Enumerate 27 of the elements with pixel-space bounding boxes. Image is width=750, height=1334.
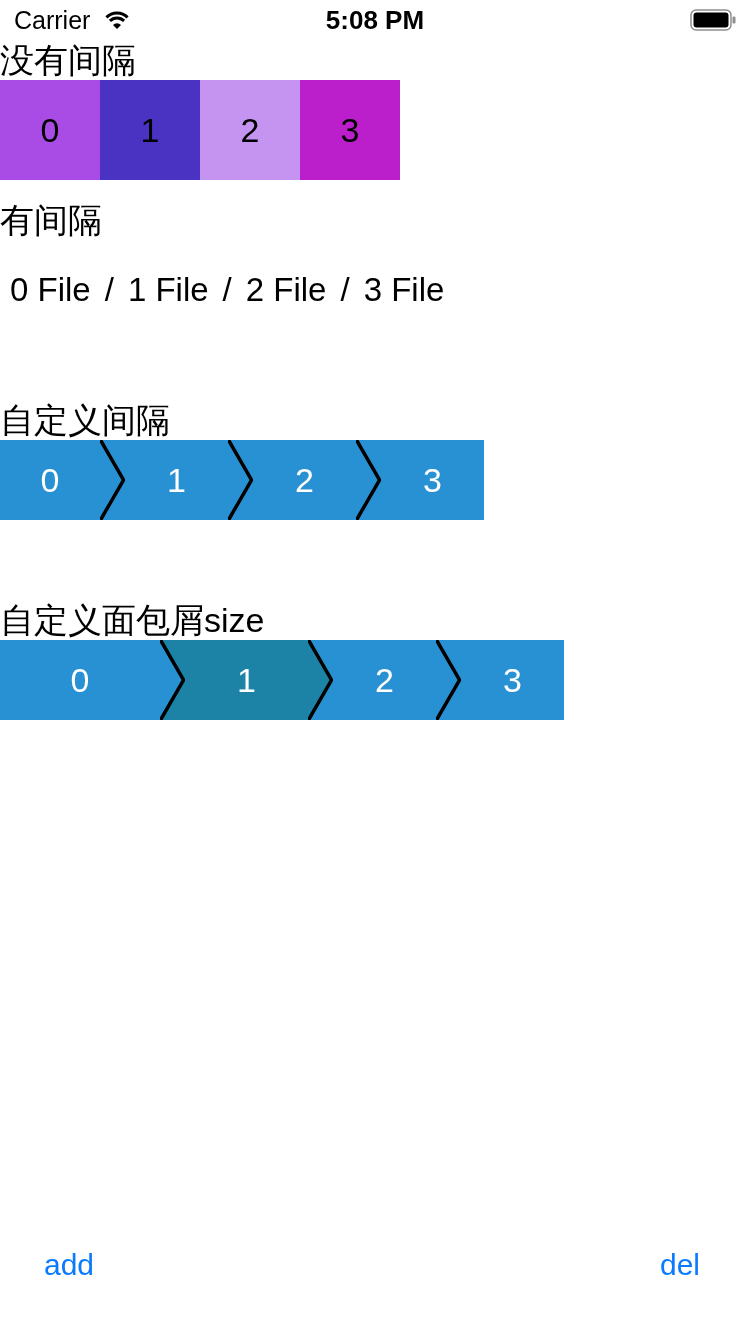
breadcrumb-item[interactable]: 0 File [10, 270, 91, 310]
breadcrumb-item[interactable]: 3 [381, 440, 484, 520]
breadcrumb-item[interactable]: 2 File [245, 270, 327, 310]
section-title: 有间隔 [0, 200, 102, 240]
section-title: 自定义面包屑size [0, 600, 265, 640]
breadcrumb-item[interactable]: 2 [200, 80, 300, 180]
carrier-name: Carrier [14, 5, 91, 35]
breadcrumb-separator: / [222, 270, 232, 310]
breadcrumb-item[interactable]: 3 [461, 640, 564, 720]
section-title: 自定义间隔 [0, 400, 170, 440]
breadcrumb-separator: / [104, 270, 114, 310]
breadcrumb-separator: / [340, 270, 350, 310]
breadcrumb-item[interactable]: 2 [253, 440, 356, 520]
battery-icon [690, 9, 736, 31]
breadcrumb-item[interactable]: 3 [300, 80, 400, 180]
breadcrumb-item[interactable]: 2 [333, 640, 436, 720]
wifi-icon [104, 10, 131, 30]
breadcrumb-item[interactable]: 1 File [127, 270, 209, 310]
section-title: 没有间隔 [0, 40, 136, 80]
breadcrumb-item[interactable]: 3 File [363, 270, 445, 310]
clock-time: 5:08 PM [325, 5, 425, 35]
add-button[interactable]: add [44, 1245, 95, 1285]
breadcrumb-item[interactable]: 1 [125, 440, 228, 520]
delete-button[interactable]: del [659, 1245, 700, 1285]
breadcrumb-item[interactable]: 0 [0, 440, 100, 520]
breadcrumb-item[interactable]: 1 [100, 80, 200, 180]
breadcrumb-item[interactable]: 0 [0, 80, 100, 180]
